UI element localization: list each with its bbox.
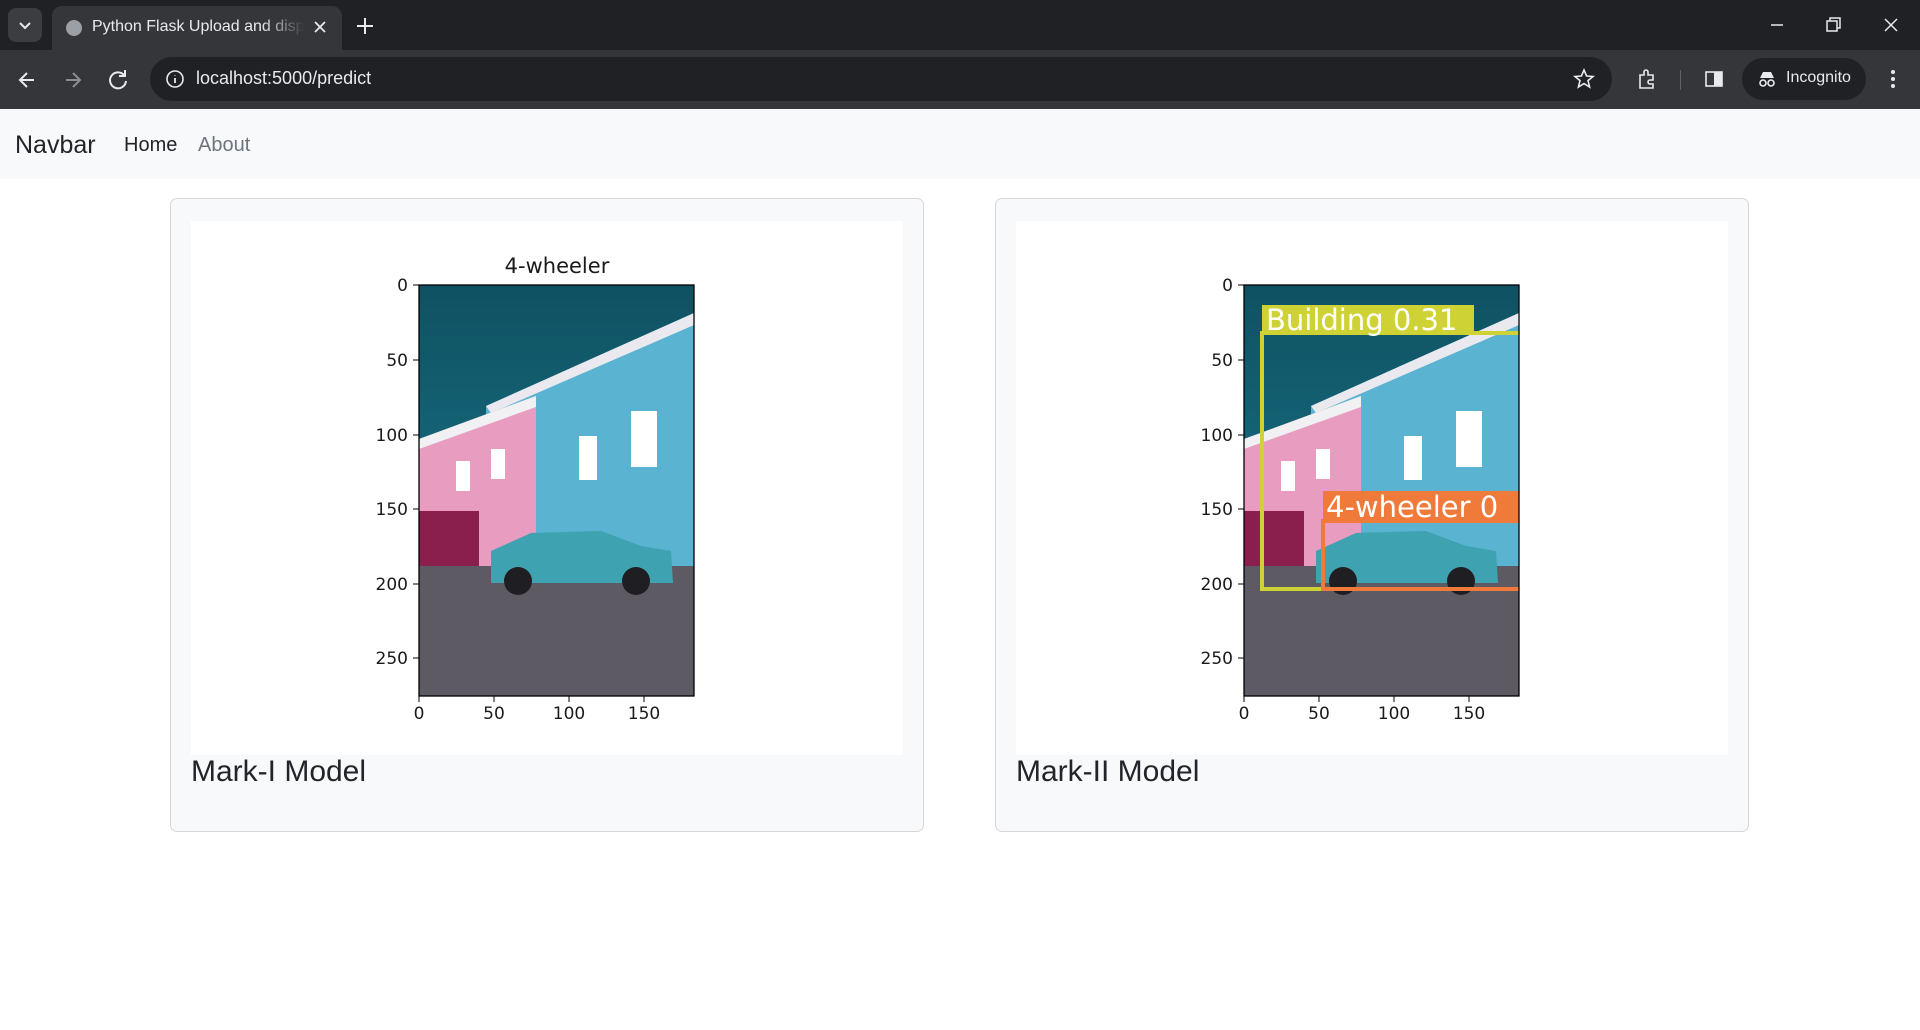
- browser-toolbar: localhost:5000/predict Incognito: [0, 50, 1920, 109]
- reload-icon[interactable]: [101, 63, 135, 97]
- y-tick-label: 250: [1201, 649, 1233, 669]
- navbar-brand[interactable]: Navbar: [15, 131, 96, 160]
- y-tick-label: 50: [1211, 351, 1233, 371]
- y-axis: 0 50 100 150 200 250: [376, 276, 419, 669]
- forward-arrow-icon[interactable]: [56, 63, 90, 97]
- x-tick-label: 0: [1239, 704, 1250, 724]
- active-tab[interactable]: Python Flask Upload and display image: [52, 6, 342, 50]
- browser-tab-strip: Python Flask Upload and display image: [0, 0, 1920, 50]
- prediction-plot: 4-wheeler 0 50 100 150 200 250 0 50 100 …: [376, 254, 695, 724]
- globe-icon: [66, 20, 82, 36]
- prediction-figure: Building 0.31 4-wheeler 0 0 50 100 150 2…: [1016, 221, 1728, 755]
- extensions-icon[interactable]: [1634, 66, 1660, 92]
- x-tick-label: 100: [1378, 704, 1410, 724]
- input-photo: [419, 285, 694, 696]
- detection-label: Building 0.31: [1266, 303, 1457, 337]
- y-tick-label: 0: [397, 276, 408, 296]
- model-card-mark-ii: Building 0.31 4-wheeler 0 0 50 100 150 2…: [995, 198, 1749, 832]
- minimize-icon[interactable]: [1764, 12, 1790, 38]
- prediction-figure: 4-wheeler 0 50 100 150 200 250 0 50 100 …: [191, 221, 903, 755]
- y-tick-label: 150: [1201, 500, 1233, 520]
- more-menu-icon[interactable]: [1880, 66, 1906, 92]
- y-tick-label: 200: [376, 575, 408, 595]
- model-card-mark-i: 4-wheeler 0 50 100 150 200 250 0 50 100 …: [170, 198, 924, 832]
- restore-icon[interactable]: [1820, 12, 1846, 38]
- input-photo: Building 0.31 4-wheeler 0: [1244, 285, 1519, 696]
- url-text[interactable]: localhost:5000/predict: [196, 68, 371, 89]
- y-axis: 0 50 100 150 200 250: [1201, 276, 1244, 669]
- plot-title: 4-wheeler: [505, 254, 610, 278]
- x-axis: 0 50 100 150: [1239, 696, 1485, 724]
- x-tick-label: 50: [483, 704, 505, 724]
- toolbar-divider: [1680, 70, 1681, 90]
- x-tick-label: 0: [414, 704, 425, 724]
- nav-link-about[interactable]: About: [198, 134, 250, 157]
- tab-title: Python Flask Upload and display image: [92, 18, 304, 35]
- chevron-down-icon: [19, 22, 31, 30]
- y-tick-label: 200: [1201, 575, 1233, 595]
- back-arrow-icon[interactable]: [10, 63, 44, 97]
- card-title: Mark-II Model: [1016, 755, 1200, 788]
- y-tick-label: 100: [376, 426, 408, 446]
- y-tick-label: 150: [376, 500, 408, 520]
- close-window-icon[interactable]: [1878, 12, 1904, 38]
- bookmark-star-icon[interactable]: [1572, 67, 1596, 91]
- address-bar[interactable]: localhost:5000/predict: [150, 57, 1612, 101]
- x-tick-label: 150: [628, 704, 660, 724]
- y-tick-label: 50: [386, 351, 408, 371]
- x-tick-label: 150: [1453, 704, 1485, 724]
- new-tab-icon[interactable]: [352, 13, 378, 39]
- x-tick-label: 100: [553, 704, 585, 724]
- x-tick-label: 50: [1308, 704, 1330, 724]
- y-tick-label: 0: [1222, 276, 1233, 296]
- site-navbar: Navbar Home About: [0, 109, 1920, 179]
- incognito-icon: [1759, 72, 1775, 87]
- nav-link-home[interactable]: Home: [124, 134, 177, 157]
- incognito-label: Incognito: [1786, 69, 1851, 86]
- close-icon[interactable]: [310, 17, 330, 37]
- tab-search-button[interactable]: [8, 8, 42, 42]
- side-panel-icon[interactable]: [1701, 66, 1727, 92]
- incognito-indicator[interactable]: Incognito: [1742, 58, 1866, 100]
- detection-plot: Building 0.31 4-wheeler 0 0 50 100 150 2…: [1201, 276, 1520, 724]
- y-tick-label: 100: [1201, 426, 1233, 446]
- card-title: Mark-I Model: [191, 755, 367, 788]
- y-tick-label: 250: [376, 649, 408, 669]
- x-axis: 0 50 100 150: [414, 696, 660, 724]
- info-icon[interactable]: [164, 68, 186, 90]
- detection-label: 4-wheeler 0: [1326, 490, 1498, 524]
